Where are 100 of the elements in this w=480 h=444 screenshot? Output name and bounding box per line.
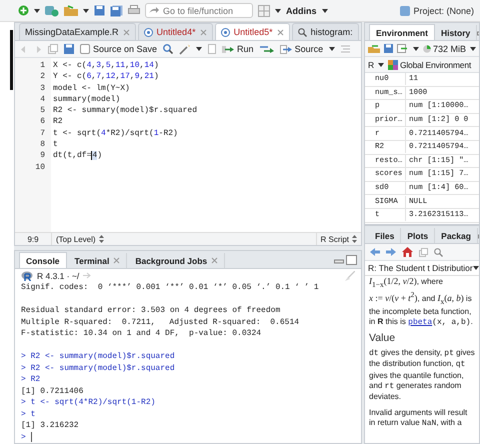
r-file-icon bbox=[220, 28, 230, 36]
cube-icon bbox=[400, 6, 410, 16]
line-number: 6 bbox=[39, 116, 46, 128]
home-icon[interactable] bbox=[402, 247, 413, 257]
import-icon[interactable] bbox=[397, 44, 409, 53]
magic-wand-icon[interactable] bbox=[179, 44, 190, 54]
plus-circle-icon[interactable] bbox=[18, 5, 29, 16]
run-button[interactable]: Run bbox=[222, 44, 254, 54]
search-icon bbox=[298, 28, 307, 36]
files-tab[interactable]: Plots bbox=[401, 228, 436, 243]
pbeta-link[interactable]: pbeta bbox=[408, 318, 432, 327]
close-icon[interactable] bbox=[113, 257, 120, 264]
help-paragraph: Invalid arguments will result in return value NaN, with a bbox=[369, 408, 468, 430]
help-paragraph: I$_{1−x}$(1/2, ν/2), where x := ν/(ν + t$^{2}$), and I$_{x}$(a, b) is the incomplete beta function, in R this is pbeta(x, a,b). bbox=[369, 276, 474, 328]
console-line: Residual standard error: 3.503 on 4 degrees of freedom bbox=[21, 305, 280, 316]
pie-icon bbox=[423, 44, 431, 52]
project-label: Project: (None) bbox=[413, 6, 474, 16]
save-icon[interactable] bbox=[384, 44, 393, 53]
print-icon[interactable] bbox=[128, 5, 140, 16]
outline-icon[interactable] bbox=[341, 45, 350, 53]
go-to-file-field[interactable]: Go to file/function bbox=[145, 3, 253, 18]
environment-tab[interactable]: Environment bbox=[369, 24, 435, 40]
load-icon[interactable] bbox=[368, 44, 380, 53]
line-number: 8 bbox=[39, 139, 46, 150]
files-tab[interactable]: Files bbox=[369, 228, 402, 243]
search-icon[interactable] bbox=[163, 44, 174, 54]
show-window-icon[interactable] bbox=[48, 44, 58, 54]
caret-icon[interactable] bbox=[472, 266, 479, 270]
editor-tab[interactable]: histogram: bbox=[292, 23, 359, 40]
grid-icon[interactable] bbox=[258, 4, 270, 16]
up-down-caret-icon[interactable] bbox=[98, 235, 104, 243]
editor-tab[interactable]: Untitled5* bbox=[214, 23, 290, 40]
up-down-caret-icon[interactable] bbox=[352, 235, 357, 243]
caret-icon[interactable] bbox=[196, 47, 202, 51]
console-line: [1] 0.7211406 bbox=[21, 386, 84, 397]
line-number: 7 bbox=[39, 128, 46, 140]
line-number: 1 bbox=[39, 60, 46, 72]
rerun-icon[interactable] bbox=[260, 45, 274, 53]
run-arrow-icon bbox=[222, 46, 234, 52]
caret-icon[interactable] bbox=[34, 8, 40, 12]
file-type-menu[interactable]: R Script bbox=[316, 233, 361, 245]
close-icon[interactable] bbox=[122, 28, 130, 36]
caret-icon[interactable] bbox=[470, 46, 476, 50]
save-all-icon[interactable] bbox=[110, 4, 123, 16]
help-heading: Value bbox=[369, 333, 396, 344]
save-icon[interactable] bbox=[64, 44, 74, 54]
caret-icon[interactable] bbox=[275, 8, 281, 12]
console-line: > R2 bbox=[21, 374, 40, 386]
console-line: Multiple R-squared: 0.7211, bbox=[21, 316, 156, 328]
cubes-icon bbox=[388, 60, 398, 70]
line-number: 3 bbox=[39, 82, 46, 94]
environment-menu[interactable]: Global Environment bbox=[388, 60, 472, 70]
folder-icon[interactable] bbox=[64, 5, 78, 16]
minimize-maximize-icon[interactable] bbox=[334, 254, 358, 264]
show-window-icon[interactable] bbox=[419, 248, 428, 256]
project-menu[interactable]: Project: (None) bbox=[400, 6, 474, 16]
code-line: dt(t,df=4) bbox=[53, 150, 102, 162]
console-line: [1] 3.216232 bbox=[21, 420, 79, 432]
code-line: summary(model) bbox=[53, 94, 120, 106]
code-line: t <- sqrt(4*R2)/sqrt(1-R2) bbox=[53, 128, 178, 140]
scope-menu[interactable]: (Top Level) bbox=[51, 233, 108, 245]
search-icon[interactable] bbox=[434, 248, 443, 256]
forward-icon[interactable] bbox=[386, 248, 396, 256]
back-icon[interactable] bbox=[370, 248, 380, 256]
source-button[interactable]: Source bbox=[280, 44, 324, 54]
console-line: > R2 <- summary(model)$r.squared bbox=[21, 351, 175, 362]
editor-tab[interactable]: MissingDataExample.R bbox=[19, 23, 136, 40]
arrow-icon bbox=[149, 6, 159, 14]
caret-icon[interactable] bbox=[322, 8, 328, 12]
close-icon[interactable] bbox=[200, 28, 207, 36]
console-line: > t <- sqrt(4*R2)/sqrt(1-R2) bbox=[21, 397, 156, 408]
page-icon[interactable] bbox=[208, 44, 216, 54]
line-number: 4 bbox=[39, 94, 46, 106]
code-line: t bbox=[53, 139, 58, 150]
caret-icon[interactable] bbox=[329, 47, 336, 51]
addins-menu[interactable]: Addins bbox=[286, 6, 316, 16]
memory-usage-menu[interactable]: 732 MiB bbox=[423, 44, 466, 54]
console-line: Adjusted R-squared: 0.6514 bbox=[169, 316, 300, 328]
console-line: Signif. codes: 0 ‘***’ 0.001 ‘**’ 0.01 ‘*’ 0.05 ‘.’ 0.1 ‘ ’ 1 bbox=[21, 282, 319, 294]
console-tab[interactable]: Background Jobs bbox=[129, 253, 226, 268]
line-number: 2 bbox=[39, 71, 46, 83]
code-line: X <- c(4,3,5,11,10,14) bbox=[53, 60, 159, 72]
console-line: > R2 <- summary(model)$r.squared bbox=[21, 362, 175, 374]
code-line: R2 bbox=[53, 116, 63, 128]
project-icon[interactable] bbox=[45, 4, 59, 16]
caret-icon[interactable] bbox=[413, 46, 419, 50]
save-icon[interactable] bbox=[94, 5, 105, 16]
caret-icon[interactable] bbox=[83, 8, 89, 12]
console-tab[interactable]: Terminal bbox=[68, 253, 128, 268]
code-line: R2 <- summary(model)$r.squared bbox=[53, 105, 198, 116]
close-icon[interactable] bbox=[276, 28, 284, 36]
close-icon[interactable] bbox=[211, 257, 218, 264]
caret-icon[interactable] bbox=[378, 62, 384, 66]
editor-tab[interactable]: Untitled4* bbox=[138, 23, 213, 40]
language-menu[interactable]: R bbox=[368, 60, 374, 70]
console-line: F-statistic: 10.34 on 1 and 4 DF, p-value: 0.0324 bbox=[21, 328, 262, 340]
console-tab[interactable]: Console bbox=[19, 252, 67, 268]
help-topic-menu[interactable]: R: The Student t Distributior bbox=[365, 261, 479, 276]
line-number: 9 bbox=[39, 150, 46, 162]
source-on-save-checkbox[interactable]: Source on Save bbox=[80, 44, 158, 54]
